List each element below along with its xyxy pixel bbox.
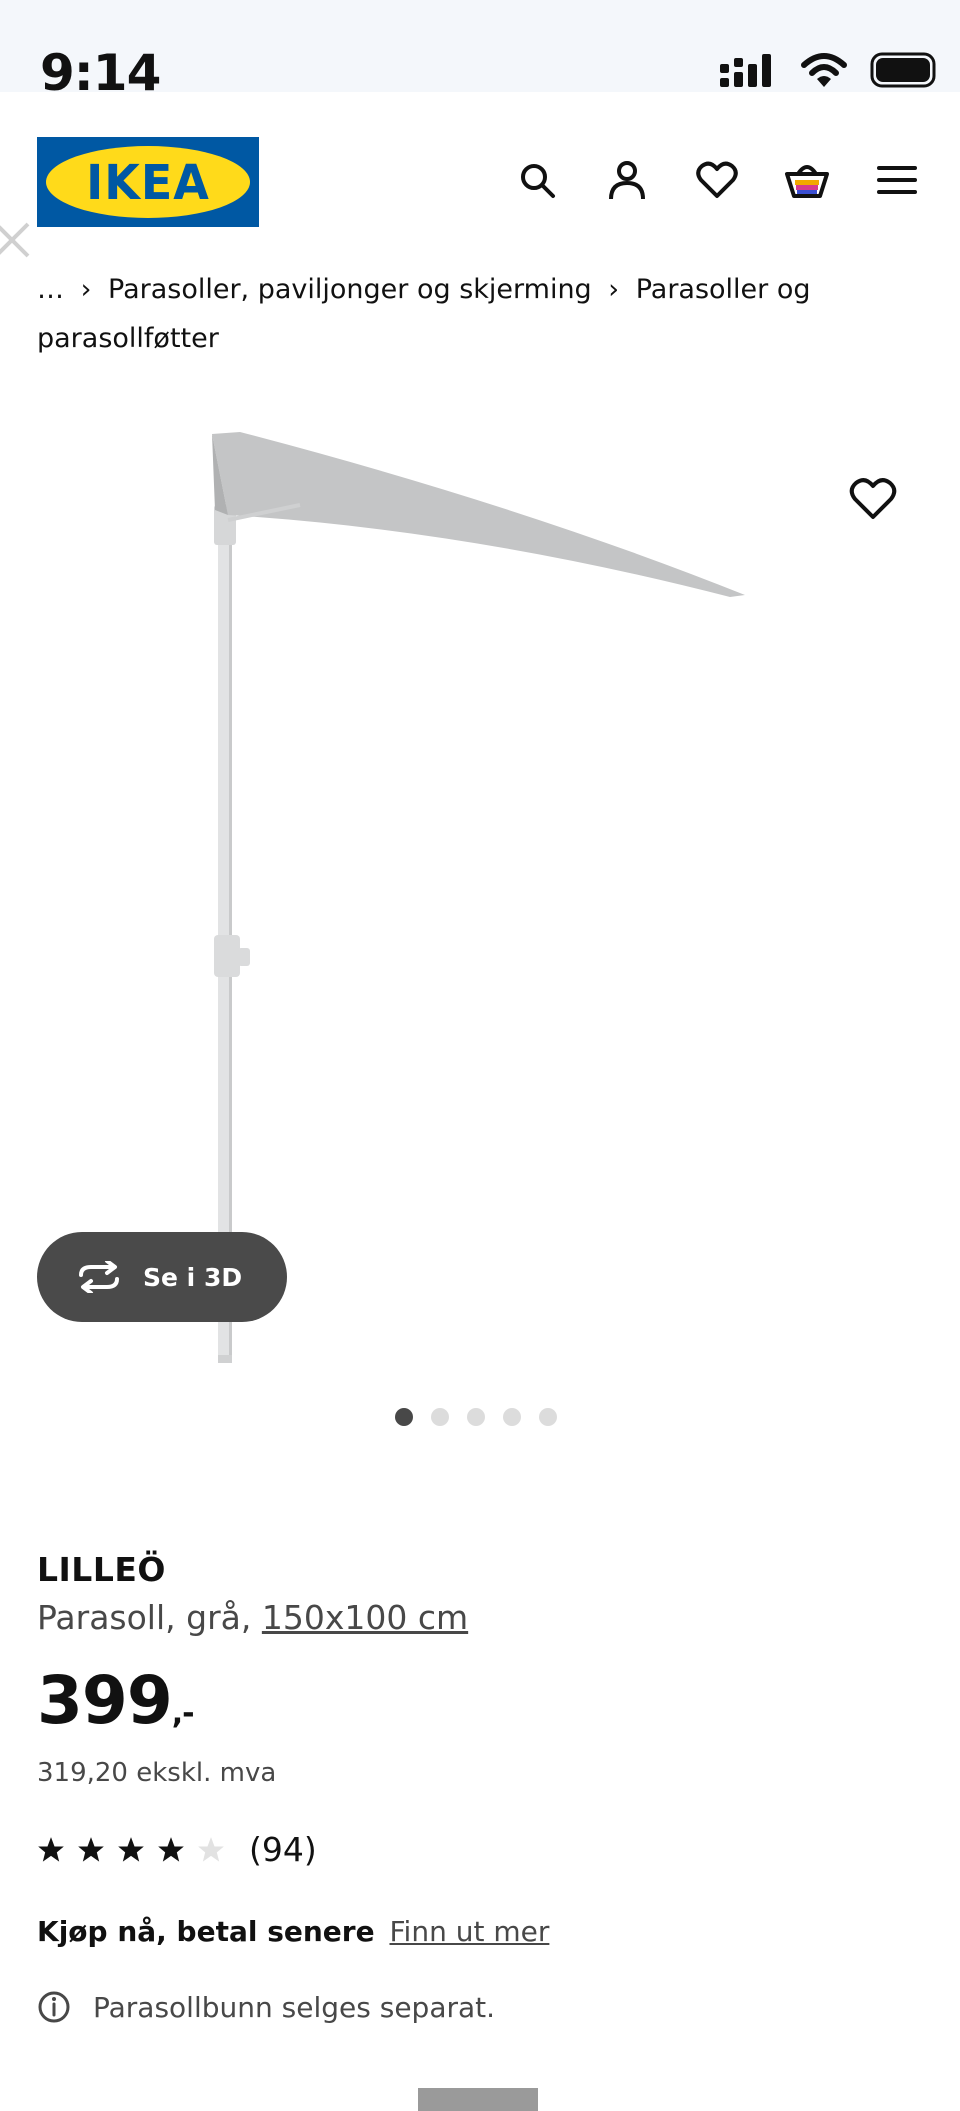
view-in-3d-label: Se i 3D (143, 1262, 243, 1292)
site-header: IKEA (0, 92, 960, 272)
gallery-pagination (395, 1408, 557, 1426)
gallery-dot-4[interactable] (503, 1408, 521, 1426)
review-count[interactable]: (94) (249, 1830, 317, 1869)
cart-icon[interactable] (784, 157, 830, 203)
account-icon[interactable] (604, 157, 650, 203)
gallery-dot-3[interactable] (467, 1408, 485, 1426)
battery-icon (870, 52, 936, 88)
star-filled-icon (158, 1836, 184, 1862)
rating-stars (37, 1836, 225, 1864)
partial-thumbnail (418, 2088, 538, 2111)
breadcrumb: … › Parasoller, paviljonger og skjerming… (37, 265, 917, 363)
star-filled-icon (38, 1836, 64, 1862)
breadcrumb-ellipsis[interactable]: … (37, 274, 64, 305)
product-size-link[interactable]: 150x100 cm (262, 1598, 468, 1637)
close-icon[interactable] (0, 220, 32, 260)
info-icon (38, 1991, 70, 2023)
chevron-right-icon: › (608, 274, 620, 305)
wifi-icon (801, 53, 847, 87)
breadcrumb-item-parasoller-paviljonger[interactable]: Parasoller, paviljonger og skjerming (108, 274, 592, 305)
view-in-3d-button[interactable]: Se i 3D (37, 1232, 287, 1322)
product-name: LILLEÖ (37, 1550, 166, 1589)
status-icons (718, 50, 940, 90)
logo-text: IKEA (86, 153, 210, 211)
header-nav (514, 157, 920, 203)
wishlist-icon[interactable] (694, 157, 740, 203)
bnpl-learn-more-link[interactable]: Finn ut mer (389, 1915, 549, 1948)
product-description: Parasoll, grå, 150x100 cm (37, 1598, 468, 1637)
logo-oval: IKEA (46, 146, 250, 218)
bnpl-title: Kjøp nå, betal senere (37, 1915, 375, 1948)
gallery-dot-2[interactable] (431, 1408, 449, 1426)
info-text: Parasollbunn selges separat. (93, 1990, 496, 2024)
star-filled-icon (78, 1836, 104, 1862)
price-ex-vat: 319,20 ekskl. mva (37, 1758, 277, 1788)
add-to-wishlist-icon[interactable] (848, 474, 898, 524)
price-suffix: ,- (171, 1696, 195, 1731)
star-empty-icon (198, 1836, 224, 1862)
product-desc-text: Parasoll, grå, (37, 1598, 252, 1637)
price-value: 399 (37, 1662, 173, 1739)
search-icon[interactable] (514, 157, 560, 203)
rotate-3d-icon (79, 1261, 119, 1293)
signal-icon (720, 54, 771, 87)
status-bar: 9:14 (0, 0, 960, 102)
product-price: 399,- (37, 1662, 195, 1739)
product-image[interactable] (0, 410, 960, 1370)
ikea-logo[interactable]: IKEA (37, 137, 259, 227)
gallery-dot-5[interactable] (539, 1408, 557, 1426)
star-filled-icon (118, 1836, 144, 1862)
info-notice: Parasollbunn selges separat. (37, 1990, 495, 2024)
menu-icon[interactable] (874, 157, 920, 203)
gallery-dot-1[interactable] (395, 1408, 413, 1426)
buy-now-pay-later: Kjøp nå, betal senere Finn ut mer (37, 1915, 549, 1948)
chevron-right-icon: › (80, 274, 92, 305)
product-rating[interactable]: (94) (37, 1830, 317, 1869)
